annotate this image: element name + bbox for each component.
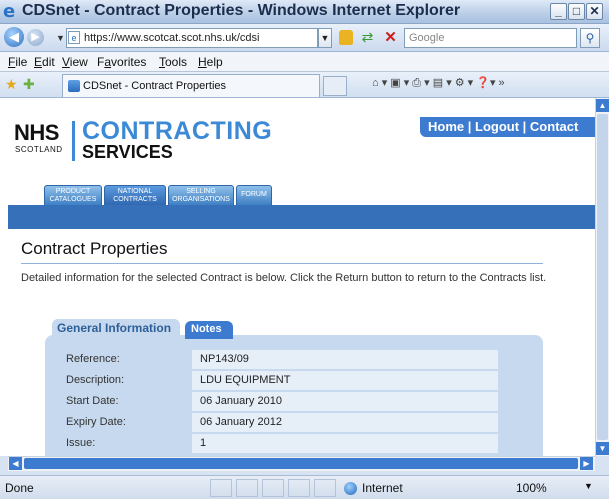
ie-logo-icon: e (3, 1, 16, 22)
home-link[interactable]: Home (428, 119, 464, 134)
back-button[interactable]: ◀ (4, 27, 24, 47)
property-label: Issue: (66, 437, 96, 449)
tab-selling-organisations[interactable]: SELLING ORGANISATIONS (168, 185, 234, 205)
horizontal-scroll-thumb[interactable] (24, 458, 578, 469)
maximize-button[interactable]: □ (568, 3, 585, 20)
favorites-star-icon[interactable]: ★ (5, 76, 18, 93)
property-label: Reference: (66, 353, 120, 365)
tab-forum[interactable]: FORUM (236, 185, 272, 205)
zoom-dropdown-icon[interactable]: ▼ (584, 481, 593, 491)
menu-view[interactable]: View (62, 55, 88, 69)
menu-favorites[interactable]: Favorites (97, 55, 146, 69)
recent-pages-dropdown[interactable]: ▼ (56, 33, 65, 43)
tab-national-contracts[interactable]: NATIONAL CONTRACTS (104, 185, 166, 205)
new-tab-button[interactable] (323, 76, 347, 96)
search-input[interactable]: Google (404, 28, 577, 48)
scroll-right-icon[interactable]: ▶ (580, 457, 593, 470)
status-cell (236, 479, 258, 497)
address-input[interactable]: https://www.scotcat.scot.nhs.uk/cdsi (66, 28, 318, 48)
command-bar[interactable]: ⌂ ▾ ▣ ▾ ⎙ ▾ ▤ ▾ ⚙ ▾ ❓▾ » (372, 76, 505, 90)
nav-bar (8, 205, 595, 229)
property-value: 1 (192, 434, 498, 454)
scroll-down-icon[interactable]: ▼ (596, 442, 609, 455)
scroll-up-icon[interactable]: ▲ (596, 99, 609, 112)
minimize-button[interactable]: _ (550, 3, 567, 20)
property-row: Reference: NP143/09 (58, 350, 516, 371)
nhs-logo[interactable]: NHS (14, 120, 59, 146)
forward-button[interactable]: ▶ (27, 29, 44, 46)
logo-divider (72, 121, 75, 161)
property-value: 06 January 2010 (192, 392, 498, 412)
contact-link[interactable]: Contact (530, 119, 578, 134)
intro-text: Detailed information for the selected Co… (21, 272, 547, 284)
tab-general-information[interactable]: General Information (52, 319, 180, 339)
add-favorite-icon[interactable]: ✚ (23, 76, 35, 93)
menu-help[interactable]: Help (198, 55, 223, 69)
internet-zone-icon (344, 482, 357, 495)
status-cell (210, 479, 232, 497)
tab-notes[interactable]: Notes (185, 321, 233, 339)
top-navigation: Home | Logout | Contact (420, 117, 598, 137)
page-icon: e (68, 31, 80, 44)
logout-link[interactable]: Logout (475, 119, 519, 134)
property-label: Start Date: (66, 395, 119, 407)
stop-icon[interactable]: ✕ (382, 29, 399, 46)
menu-edit[interactable]: Edit (34, 55, 55, 69)
tab-cdsnet[interactable]: CDSnet - Contract Properties (62, 74, 320, 97)
refresh-icon[interactable]: ⇄ (359, 29, 376, 46)
property-row: Start Date: 06 January 2010 (58, 392, 516, 413)
tab-product-catalogues[interactable]: PRODUCT CATALOGUES (44, 185, 102, 205)
address-dropdown-button[interactable]: ▼ (318, 28, 332, 48)
property-value: LDU EQUIPMENT (192, 371, 498, 391)
menu-file[interactable]: File (8, 55, 27, 69)
close-button[interactable]: ✕ (586, 3, 603, 20)
lock-icon[interactable] (339, 30, 353, 45)
property-row: Issue: 1 (58, 434, 516, 455)
title-divider (21, 263, 543, 264)
search-icon[interactable]: ⚲ (580, 28, 600, 48)
zone-text: Internet (362, 481, 403, 495)
status-cell (262, 479, 284, 497)
property-row: Expiry Date: 06 January 2012 (58, 413, 516, 434)
page-favicon-icon (68, 80, 80, 92)
property-label: Description: (66, 374, 125, 386)
logo-services: SERVICES (82, 142, 173, 162)
properties-table: Reference: NP143/09 Description: LDU EQU… (58, 350, 516, 455)
page-left-margin (0, 98, 8, 456)
zoom-level[interactable]: 100% (516, 481, 547, 495)
property-row: Description: LDU EQUIPMENT (58, 371, 516, 392)
nhs-scotland-text: SCOTLAND (15, 145, 63, 154)
vertical-scroll-thumb[interactable] (597, 114, 608, 440)
property-value: NP143/09 (192, 350, 498, 370)
page-title: Contract Properties (21, 239, 168, 258)
property-value: 06 January 2012 (192, 413, 498, 433)
property-label: Expiry Date: (66, 416, 126, 428)
menu-bar (0, 52, 609, 72)
menu-tools[interactable]: Tools (159, 55, 187, 69)
status-text: Done (5, 481, 34, 495)
window-title: CDSnet - Contract Properties - Windows I… (22, 2, 461, 19)
status-cell (314, 479, 336, 497)
status-cell (288, 479, 310, 497)
scroll-left-icon[interactable]: ◀ (9, 457, 22, 470)
